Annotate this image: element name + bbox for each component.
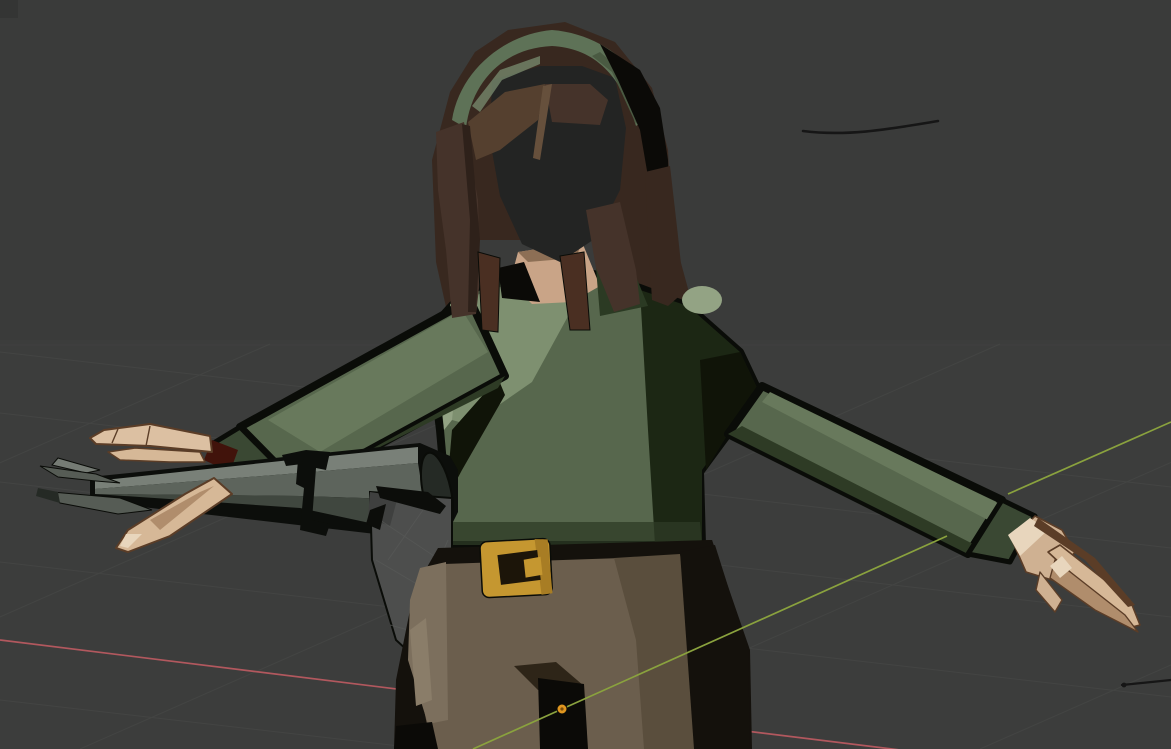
buckle-tab <box>524 557 543 578</box>
origin-dot-core <box>560 707 563 710</box>
origin-marker[interactable] <box>557 704 567 714</box>
stroke-end-dot <box>1122 683 1127 688</box>
belt-buckle <box>480 538 553 598</box>
shoulder-highlight <box>682 286 722 314</box>
corner-editor-sliver <box>0 0 18 18</box>
pants-bottom-left-dark <box>394 722 438 749</box>
pants <box>394 540 752 749</box>
viewport-3d[interactable] <box>0 0 1171 749</box>
viewport-canvas[interactable] <box>0 0 1171 749</box>
hair-tip-chest-left <box>478 252 500 332</box>
